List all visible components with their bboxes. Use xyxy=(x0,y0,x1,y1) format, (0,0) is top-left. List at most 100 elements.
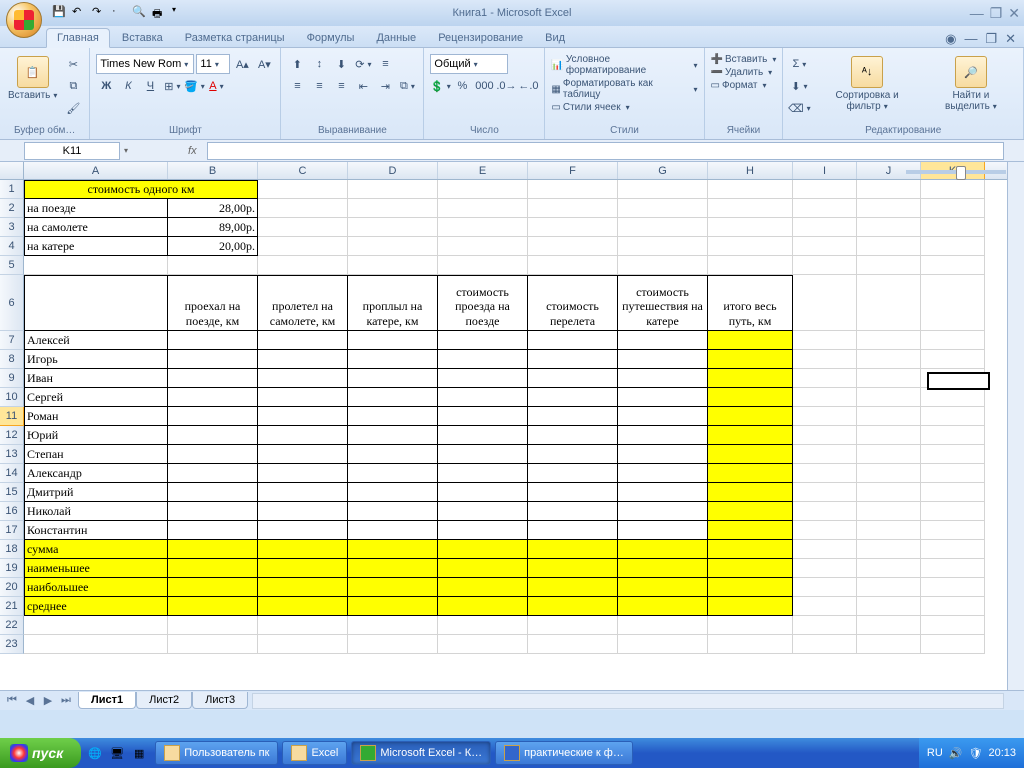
cell[interactable] xyxy=(438,218,528,237)
row-header[interactable]: 19 xyxy=(0,559,24,578)
col-header[interactable]: I xyxy=(793,162,857,179)
cell[interactable] xyxy=(348,616,438,635)
cell[interactable] xyxy=(348,502,438,521)
cell[interactable] xyxy=(348,426,438,445)
cell[interactable] xyxy=(258,388,348,407)
format-painter-icon[interactable]: 🖌 xyxy=(63,98,83,118)
col-header[interactable]: E xyxy=(438,162,528,179)
cell[interactable] xyxy=(348,407,438,426)
cell[interactable] xyxy=(708,521,793,540)
cell[interactable] xyxy=(438,445,528,464)
align-top-icon[interactable]: ⬆ xyxy=(287,54,307,74)
print-preview-icon[interactable]: 🔍 xyxy=(132,5,148,21)
cell[interactable] xyxy=(438,578,528,597)
sheet-nav-first-icon[interactable]: ⏮ xyxy=(4,694,20,707)
cell[interactable] xyxy=(528,616,618,635)
cell[interactable] xyxy=(708,464,793,483)
print-icon[interactable]: 🖶 xyxy=(152,5,168,21)
cell[interactable] xyxy=(793,616,857,635)
cell[interactable]: Степан xyxy=(24,445,168,464)
cell[interactable] xyxy=(857,540,921,559)
cell[interactable] xyxy=(348,540,438,559)
cell[interactable] xyxy=(438,256,528,275)
row-header[interactable]: 4 xyxy=(0,237,24,256)
row-header[interactable]: 14 xyxy=(0,464,24,483)
row-header[interactable]: 17 xyxy=(0,521,24,540)
cell[interactable] xyxy=(708,559,793,578)
cell[interactable]: наименьшее xyxy=(24,559,168,578)
cell[interactable]: среднее xyxy=(24,597,168,616)
row-header[interactable]: 10 xyxy=(0,388,24,407)
paste-button[interactable]: 📋 Вставить xyxy=(6,54,59,103)
cell[interactable]: 20,00р. xyxy=(168,237,258,256)
cell[interactable] xyxy=(793,218,857,237)
tray-icon[interactable]: 🛡 xyxy=(969,747,983,760)
cell[interactable] xyxy=(708,635,793,654)
cell[interactable] xyxy=(438,502,528,521)
sheet-tab[interactable]: Лист3 xyxy=(192,692,248,709)
cell[interactable] xyxy=(348,331,438,350)
col-header[interactable]: F xyxy=(528,162,618,179)
cell[interactable]: на самолете xyxy=(24,218,168,237)
cell[interactable] xyxy=(708,388,793,407)
cell[interactable] xyxy=(258,218,348,237)
cell[interactable] xyxy=(708,350,793,369)
autosum-button[interactable]: Σ xyxy=(789,54,809,74)
cell[interactable] xyxy=(528,464,618,483)
cell[interactable] xyxy=(618,483,708,502)
cell[interactable] xyxy=(708,540,793,559)
cell[interactable]: итого весь путь, км xyxy=(708,275,793,331)
cell[interactable] xyxy=(793,275,857,331)
cell[interactable] xyxy=(528,445,618,464)
cell[interactable] xyxy=(258,256,348,275)
row-header[interactable]: 12 xyxy=(0,426,24,445)
cell[interactable] xyxy=(857,597,921,616)
cell[interactable] xyxy=(921,502,985,521)
cell[interactable] xyxy=(618,521,708,540)
cell[interactable] xyxy=(618,199,708,218)
font-size-combo[interactable]: 11 xyxy=(196,54,230,74)
cell[interactable]: на катере xyxy=(24,237,168,256)
minimize-icon[interactable]: — xyxy=(970,5,984,22)
clear-button[interactable]: ⌫ xyxy=(789,98,809,118)
cell[interactable] xyxy=(618,559,708,578)
cell[interactable] xyxy=(921,199,985,218)
cell[interactable] xyxy=(618,256,708,275)
row-header[interactable]: 20 xyxy=(0,578,24,597)
cell[interactable] xyxy=(168,464,258,483)
cell[interactable] xyxy=(168,597,258,616)
cell[interactable] xyxy=(708,502,793,521)
cell[interactable] xyxy=(921,180,985,199)
name-box-dd-icon[interactable]: ▾ xyxy=(124,146,128,155)
tab-review[interactable]: Рецензирование xyxy=(428,29,533,47)
cell[interactable] xyxy=(857,464,921,483)
ql-chrome-icon[interactable]: 🌐 xyxy=(85,743,105,763)
cell[interactable] xyxy=(528,502,618,521)
cell[interactable] xyxy=(857,237,921,256)
cell[interactable] xyxy=(857,218,921,237)
ql-desktop-icon[interactable]: 🖥 xyxy=(107,743,127,763)
row-header[interactable]: 16 xyxy=(0,502,24,521)
row-header[interactable]: 1 xyxy=(0,180,24,199)
row-header[interactable]: 6 xyxy=(0,275,24,331)
cell[interactable] xyxy=(618,369,708,388)
cell[interactable] xyxy=(708,369,793,388)
name-box[interactable]: K11 xyxy=(24,142,120,160)
underline-button[interactable]: Ч xyxy=(140,76,160,96)
select-all-corner[interactable] xyxy=(0,162,24,179)
cell[interactable]: 28,00р. xyxy=(168,199,258,218)
cell[interactable] xyxy=(618,616,708,635)
cell[interactable] xyxy=(438,180,528,199)
cell[interactable] xyxy=(618,407,708,426)
cell[interactable] xyxy=(857,616,921,635)
increase-font-icon[interactable]: A▴ xyxy=(232,54,252,74)
horizontal-scrollbar[interactable] xyxy=(252,693,1004,709)
cell[interactable] xyxy=(348,350,438,369)
cell[interactable] xyxy=(857,635,921,654)
cell[interactable] xyxy=(921,407,985,426)
cell[interactable] xyxy=(618,388,708,407)
col-header[interactable]: B xyxy=(168,162,258,179)
cell[interactable] xyxy=(618,180,708,199)
cell[interactable] xyxy=(438,426,528,445)
sort-filter-button[interactable]: ᴬ↓ Сортировка и фильтр xyxy=(813,54,920,114)
